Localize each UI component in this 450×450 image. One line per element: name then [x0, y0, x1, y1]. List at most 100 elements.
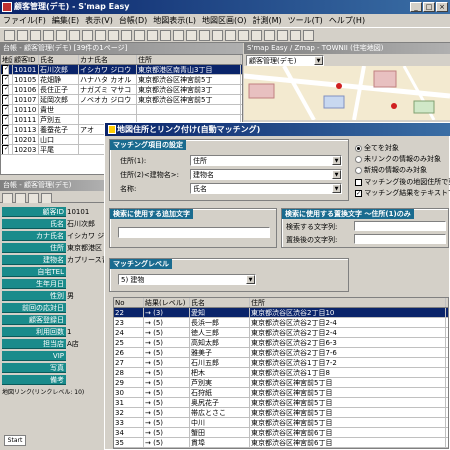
- toolbar-button-icon[interactable]: [303, 30, 314, 41]
- menu-item-7[interactable]: ツール(T): [285, 14, 326, 27]
- toolbar-button-icon[interactable]: [264, 30, 275, 41]
- results-column-header[interactable]: 住所: [250, 298, 446, 307]
- result-row[interactable]: 23 → (5) 長浜一郎 東京都渋谷区渋谷2丁目2-4: [114, 318, 448, 328]
- field-value[interactable]: 石川次郎: [67, 219, 107, 229]
- field-value[interactable]: [67, 315, 107, 325]
- menu-item-0[interactable]: ファイル(F): [0, 14, 49, 27]
- check-update-address[interactable]: マッチング後の地図住所で更新する: [355, 177, 450, 187]
- result-row[interactable]: 26 → (5) 雅美子 東京都渋谷区渋谷2丁目7-6: [114, 348, 448, 358]
- results-column-header[interactable]: 結果(レベル): [144, 298, 190, 307]
- table-row[interactable]: ✓ 10101 石川次郎 イシカワ ジロウ 東京都港区南青山3丁目: [1, 65, 242, 75]
- field-value[interactable]: [67, 375, 107, 385]
- map-link-checkbox[interactable]: ✓: [1, 105, 13, 114]
- toolbar-button-icon[interactable]: [238, 30, 249, 41]
- map-view[interactable]: [244, 66, 450, 120]
- column-header[interactable]: カナ氏名: [79, 55, 137, 64]
- results-column-header[interactable]: No: [114, 298, 144, 307]
- field-value[interactable]: A店: [67, 339, 107, 349]
- toolbar-button-icon[interactable]: [212, 30, 223, 41]
- toolbar-button-icon[interactable]: [56, 30, 67, 41]
- map-link-checkbox[interactable]: ✓: [1, 65, 13, 74]
- radio-unlinked[interactable]: 未リンクの情報のみ対象: [355, 154, 441, 164]
- start-tab[interactable]: Start: [4, 435, 26, 446]
- table-row[interactable]: ✓ 10105 花畑静 ハナハタ カオル 東京都渋谷区神宮前5丁: [1, 75, 242, 85]
- menu-item-8[interactable]: ヘルプ(H): [326, 14, 368, 27]
- menu-item-1[interactable]: 編集(E): [49, 14, 82, 27]
- menu-item-6[interactable]: 計測(M): [250, 14, 285, 27]
- radio-new[interactable]: 新規の情報のみ対象: [355, 165, 427, 175]
- map-link-checkbox[interactable]: ✓: [1, 75, 13, 84]
- table-row[interactable]: ✓ 10107 延岡次郎 ノベオカ ジロウ 東京都渋谷区神宮前5丁: [1, 95, 242, 105]
- field-value[interactable]: [67, 303, 107, 313]
- table-row[interactable]: ✓ 10106 長住正子 ナガズミ マサコ 東京都渋谷区神宮前3丁: [1, 85, 242, 95]
- toolbar-button-icon[interactable]: [134, 30, 145, 41]
- field-value[interactable]: [67, 351, 107, 361]
- column-header[interactable]: 地図: [1, 55, 13, 64]
- map-link-checkbox[interactable]: ✓: [1, 145, 13, 154]
- result-row[interactable]: 30 → (5) 石狩紙 東京都渋谷区神宮前5丁目: [114, 388, 448, 398]
- toolbar-button-icon[interactable]: [82, 30, 93, 41]
- toolbar-button-icon[interactable]: [17, 30, 28, 41]
- toolbar-button-icon[interactable]: [277, 30, 288, 41]
- maximize-button[interactable]: □: [423, 2, 435, 12]
- map-link-checkbox[interactable]: ✓: [1, 115, 13, 124]
- toolbar-button-icon[interactable]: [290, 30, 301, 41]
- field-value[interactable]: 男: [67, 291, 107, 301]
- result-row[interactable]: 24 → (5) 徳人三郎 東京都渋谷区渋谷2丁目2-4: [114, 328, 448, 338]
- search-extra-input[interactable]: [118, 227, 270, 238]
- field-value[interactable]: 1: [67, 327, 107, 337]
- name-select[interactable]: 氏名 ▼: [190, 183, 342, 194]
- toolbar-button-icon[interactable]: [160, 30, 171, 41]
- toolbar-button-icon[interactable]: [225, 30, 236, 41]
- column-header[interactable]: 顧客ID: [13, 55, 39, 64]
- check-output-text[interactable]: ✓ マッチング結果をテキストで出力: [355, 188, 450, 198]
- toolbar-button-icon[interactable]: [108, 30, 119, 41]
- map-link-checkbox[interactable]: ✓: [1, 125, 13, 134]
- field-value[interactable]: 東京都港区: [67, 243, 107, 253]
- toolbar-button-icon[interactable]: [199, 30, 210, 41]
- map-link-checkbox[interactable]: ✓: [1, 135, 13, 144]
- toolbar-button-icon[interactable]: [95, 30, 106, 41]
- result-row[interactable]: 35 → (5) 貫埠 東京都渋谷区神宮前6丁目: [114, 438, 448, 448]
- result-row[interactable]: 29 → (5) 芦別実 東京都渋谷区神宮前5丁目: [114, 378, 448, 388]
- result-row[interactable]: 22 → (3) 愛知 東京都渋谷区渋谷2丁目10: [114, 308, 448, 318]
- close-button[interactable]: ×: [436, 2, 448, 12]
- addr1-select[interactable]: 住所 ▼: [190, 155, 342, 166]
- building-select[interactable]: 建物名 ▼: [190, 169, 342, 180]
- result-row[interactable]: 28 → (5) 杷木 東京都渋谷区渋谷1丁目8: [114, 368, 448, 378]
- menu-item-5[interactable]: 地図区画(O): [199, 14, 250, 27]
- table-row[interactable]: ✓ 10110 貴世: [1, 105, 242, 115]
- field-value[interactable]: [67, 267, 107, 277]
- field-value[interactable]: [67, 363, 107, 373]
- field-value[interactable]: [67, 279, 107, 289]
- toolbar-button-icon[interactable]: [173, 30, 184, 41]
- menu-item-2[interactable]: 表示(V): [82, 14, 116, 27]
- result-row[interactable]: 34 → (5) 蟹田 東京都渋谷区神宮前6丁目: [114, 428, 448, 438]
- toolbar-button-icon[interactable]: [186, 30, 197, 41]
- match-level-select[interactable]: 5) 建物 ▼: [118, 274, 256, 285]
- layer-select[interactable]: 顧客管理(デモ) ▼: [246, 55, 324, 66]
- map-link-checkbox[interactable]: ✓: [1, 85, 13, 94]
- search-string-input[interactable]: [354, 221, 446, 231]
- toolbar-button-icon[interactable]: [251, 30, 262, 41]
- map-link-checkbox[interactable]: ✓: [1, 95, 13, 104]
- toolbar-button-icon[interactable]: [69, 30, 80, 41]
- toolbar-button-icon[interactable]: [30, 30, 41, 41]
- radio-all[interactable]: 全てを対象: [355, 143, 399, 153]
- result-row[interactable]: 27 → (5) 石川五郎 東京都渋谷区渋谷1丁目7-2: [114, 358, 448, 368]
- result-row[interactable]: 32 → (5) 帯広とさこ 東京都渋谷区神宮前5丁目: [114, 408, 448, 418]
- toolbar-button-icon[interactable]: [4, 30, 15, 41]
- field-value[interactable]: 10101: [67, 207, 107, 217]
- results-column-header[interactable]: 氏名: [190, 298, 250, 307]
- menu-item-3[interactable]: 台帳(D): [116, 14, 150, 27]
- result-row[interactable]: 31 → (5) 奥尻花子 東京都渋谷区神宮前5丁目: [114, 398, 448, 408]
- field-value[interactable]: カプリース青山: [67, 255, 107, 265]
- result-row[interactable]: 33 → (5) 中川 東京都渋谷区神宮前5丁目: [114, 418, 448, 428]
- column-header[interactable]: 住所: [137, 55, 241, 64]
- toolbar-button-icon[interactable]: [147, 30, 158, 41]
- minimize-button[interactable]: _: [410, 2, 422, 12]
- field-value[interactable]: イシカワ ジロウ: [67, 231, 107, 241]
- column-header[interactable]: 氏名: [39, 55, 79, 64]
- replace-string-input[interactable]: [354, 234, 446, 244]
- result-row[interactable]: 25 → (5) 高知太郎 東京都渋谷区渋谷2丁目6-3: [114, 338, 448, 348]
